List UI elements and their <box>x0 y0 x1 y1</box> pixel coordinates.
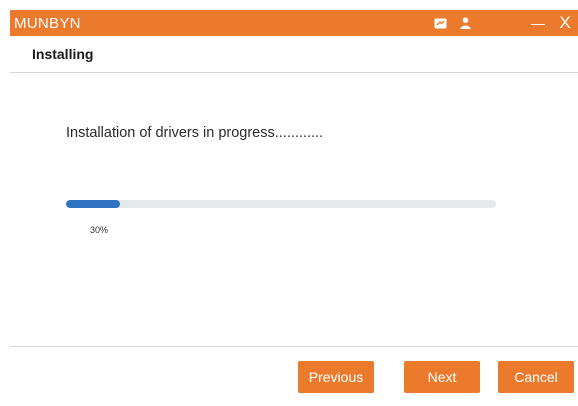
title-bar[interactable]: MUNBYN — X <box>10 10 578 36</box>
minimize-button[interactable]: — <box>530 15 546 31</box>
progress-bar <box>66 200 496 208</box>
next-button[interactable]: Next <box>404 361 480 393</box>
footer-divider <box>10 346 578 347</box>
content-area: Installation of drivers in progress.....… <box>10 73 578 345</box>
close-button[interactable]: X <box>558 13 572 33</box>
cancel-button[interactable]: Cancel <box>498 361 574 393</box>
installer-window: MUNBYN — X Installing Installation of dr… <box>0 0 578 406</box>
app-title: MUNBYN <box>14 14 81 32</box>
previous-button[interactable]: Previous <box>298 361 374 393</box>
step-header: Installing <box>10 36 578 73</box>
feedback-icon[interactable] <box>432 18 448 29</box>
user-icon[interactable] <box>458 17 472 29</box>
status-text: Installation of drivers in progress.....… <box>66 125 324 141</box>
title-controls: — X <box>432 10 578 36</box>
progress-fill <box>66 200 120 208</box>
progress-percentage: 30% <box>90 225 109 235</box>
page-title: Installing <box>32 46 94 62</box>
